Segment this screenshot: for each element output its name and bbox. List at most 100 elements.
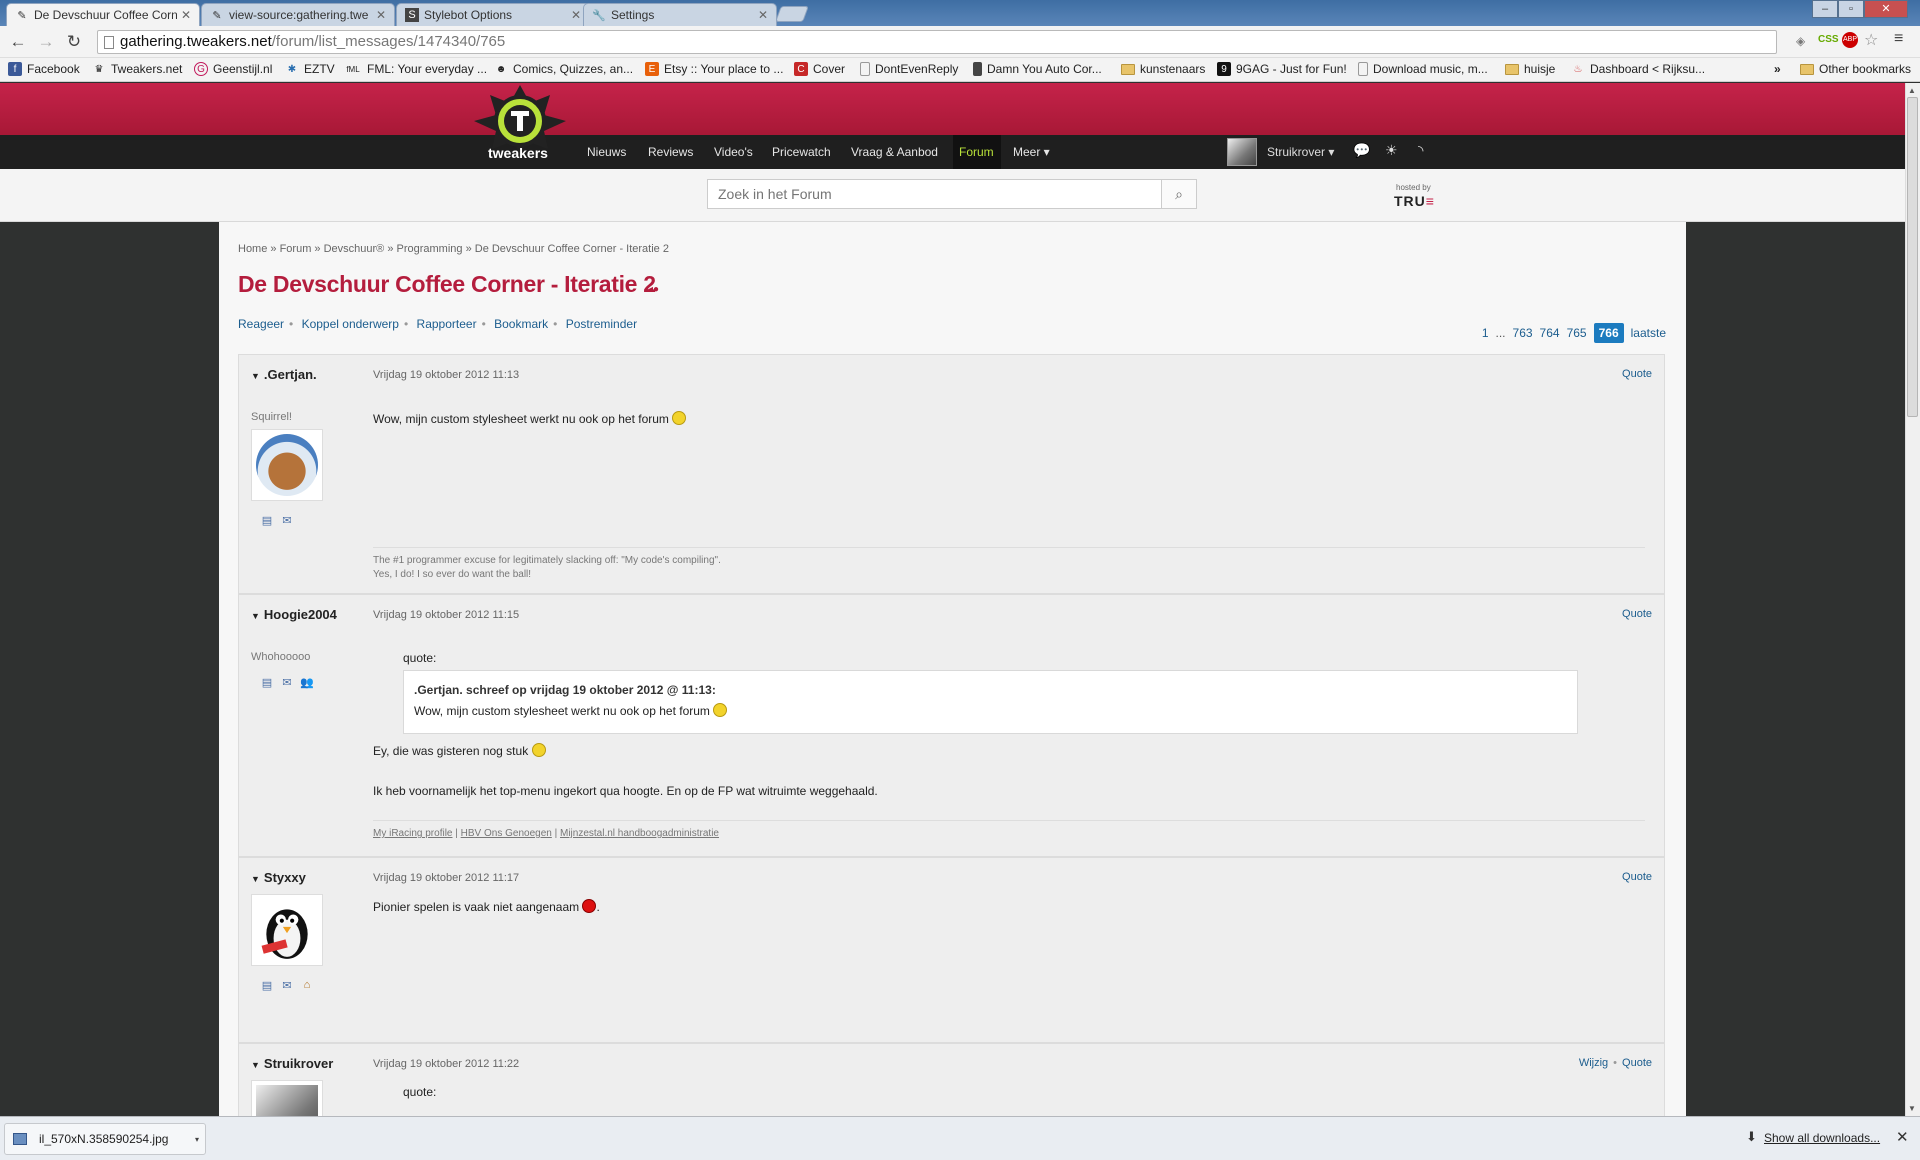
address-bar[interactable]: gathering.tweakers.net/forum/list_messag… [97,30,1777,54]
bookmark-donteventreply[interactable]: DontEvenReply [860,62,958,76]
home-icon[interactable]: ⌂ [299,978,315,992]
message-user-icon[interactable]: ✉ [279,675,295,689]
close-icon[interactable]: ✕ [758,8,768,22]
nav-nieuws[interactable]: Nieuws [587,145,626,159]
bookmark-damnyouautocorrect[interactable]: Damn You Auto Cor... [973,62,1102,76]
breadcrumb[interactable]: Home » Forum » Devschuur® » Programming … [238,243,669,255]
bookmark-comics[interactable]: ☻ Comics, Quizzes, an... [494,62,633,76]
menu-icon[interactable]: ≡ [1894,30,1903,48]
rss-icon[interactable]: ◝ [1418,142,1423,159]
bookmark-facebook[interactable]: f Facebook [8,62,80,76]
post-author[interactable]: Styxxy [251,870,306,885]
nav-videos[interactable]: Video's [714,145,753,159]
bookmark-fml[interactable]: fML FML: Your everyday ... [344,62,487,76]
chevron-down-icon[interactable]: ▾ [195,1135,199,1144]
sun-icon[interactable]: ☀ [1385,142,1398,159]
buddy-icon[interactable]: 👥 [299,675,315,689]
bookmark-other-bookmarks[interactable]: Other bookmarks [1800,62,1911,76]
avatar[interactable] [251,894,323,966]
post-date[interactable]: Vrijdag 19 oktober 2012 11:22 [373,1058,519,1070]
nav-forum[interactable]: Forum [959,145,994,159]
search-input[interactable] [707,179,1162,209]
reageer-link[interactable]: Reageer [238,317,284,331]
bookmarks-overflow-button[interactable]: » [1774,62,1781,76]
bookmark-tweakers[interactable]: ♛ Tweakers.net [92,62,183,76]
window-close-button[interactable]: ✕ [1864,0,1908,18]
signature-link[interactable]: HBV Ons Genoegen [461,828,552,839]
bookmark-download-music[interactable]: Download music, m... [1358,62,1488,76]
scroll-down-icon[interactable]: ▼ [1908,1104,1916,1113]
download-item[interactable]: il_570xN.358590254.jpg ▾ [4,1123,206,1155]
chat-icon[interactable]: 💬 [1353,142,1370,159]
nav-reviews[interactable]: Reviews [648,145,693,159]
tab-stylebot[interactable]: S Stylebot Options ✕ [396,3,590,26]
post-date[interactable]: Vrijdag 19 oktober 2012 11:13 [373,369,519,381]
message-user-icon[interactable]: ✉ [279,513,295,527]
adblock-icon[interactable]: ABP [1842,32,1858,48]
koppel-onderwerp-link[interactable]: Koppel onderwerp [302,317,399,331]
profile-card-icon[interactable]: ▤ [259,675,275,689]
post-body: Ik heb voornamelijk het top-menu ingekor… [373,784,878,798]
rapporteer-link[interactable]: Rapporteer [417,317,477,331]
bookmark-etsy[interactable]: E Etsy :: Your place to ... [645,62,783,76]
bookmark-eztv[interactable]: ✱ EZTV [285,62,335,76]
post-author[interactable]: .Gertjan. [251,367,317,382]
page-link-last[interactable]: laatste [1631,326,1666,340]
scroll-up-icon[interactable]: ▲ [1908,86,1916,95]
css-extension-icon[interactable]: CSS [1818,34,1839,45]
bookmark-cover[interactable]: C Cover [794,62,845,76]
search-button[interactable]: ⌕ [1162,179,1197,209]
quote-button[interactable]: Quote [1622,1057,1652,1069]
bookmark-folder-huisje[interactable]: huisje [1505,62,1555,76]
post-date[interactable]: Vrijdag 19 oktober 2012 11:15 [373,609,519,621]
nav-pricewatch[interactable]: Pricewatch [772,145,831,159]
new-tab-button[interactable] [775,6,809,22]
nav-vraag-aanbod[interactable]: Vraag & Aanbod [851,145,938,159]
quote-button[interactable]: Quote [1622,368,1652,380]
bookmark-folder-kunstenaars[interactable]: kunstenaars [1121,62,1205,76]
forward-button[interactable]: → [34,31,58,53]
topic-status-icon[interactable]: ◂● [648,284,659,295]
close-icon[interactable]: ✕ [376,8,386,22]
postreminder-link[interactable]: Postreminder [566,317,637,331]
bookmark-9gag[interactable]: 9 9GAG - Just for Fun! [1217,62,1347,76]
quote-button[interactable]: Quote [1622,608,1652,620]
signature-link[interactable]: Mijnzestal.nl handboogadministratie [560,828,719,839]
user-menu[interactable]: Struikrover ▾ [1267,145,1334,159]
reload-button[interactable]: ↻ [62,31,86,53]
message-user-icon[interactable]: ✉ [279,978,295,992]
bookmark-link[interactable]: Bookmark [494,317,548,331]
close-icon[interactable]: ✕ [181,8,191,22]
tab-settings[interactable]: 🔧 Settings ✕ [583,3,777,26]
signature-link[interactable]: My iRacing profile [373,828,452,839]
bookmark-geenstijl[interactable]: G Geenstijl.nl [194,62,272,76]
user-avatar[interactable] [1227,138,1257,166]
page-link-first[interactable]: 1 [1482,326,1489,340]
avatar[interactable] [251,1080,323,1116]
profile-card-icon[interactable]: ▤ [259,513,275,527]
page-link[interactable]: 764 [1540,326,1560,340]
close-icon[interactable]: ✕ [571,8,581,22]
back-button[interactable]: ← [6,31,30,53]
bookmark-dashboard[interactable]: ♨ Dashboard < Rijksu... [1571,62,1706,76]
star-icon[interactable]: ☆ [1864,30,1878,50]
avatar[interactable] [251,429,323,501]
profile-card-icon[interactable]: ▤ [259,978,275,992]
scrollbar-thumb[interactable] [1907,97,1918,417]
eye-extension-icon[interactable]: ◈ [1796,34,1805,48]
maximize-button[interactable]: ▫ [1838,0,1864,18]
nav-meer[interactable]: Meer ▾ [1013,145,1050,159]
post-author[interactable]: Hoogie2004 [251,607,337,622]
show-all-downloads-link[interactable]: Show all downloads... [1764,1131,1880,1145]
tab-devschuur[interactable]: ✎ De Devschuur Coffee Corn ✕ [6,3,200,26]
edit-button[interactable]: Wijzig [1579,1057,1608,1069]
true-logo[interactable]: TRU≡ [1394,193,1435,209]
post-date[interactable]: Vrijdag 19 oktober 2012 11:17 [373,872,519,884]
minimize-button[interactable]: – [1812,0,1838,18]
page-link[interactable]: 763 [1513,326,1533,340]
post-author[interactable]: Struikrover [251,1056,333,1071]
tab-view-source[interactable]: ✎ view-source:gathering.twe ✕ [201,3,395,26]
quote-button[interactable]: Quote [1622,871,1652,883]
page-link[interactable]: 765 [1567,326,1587,340]
close-icon[interactable]: ✕ [1896,1128,1909,1146]
